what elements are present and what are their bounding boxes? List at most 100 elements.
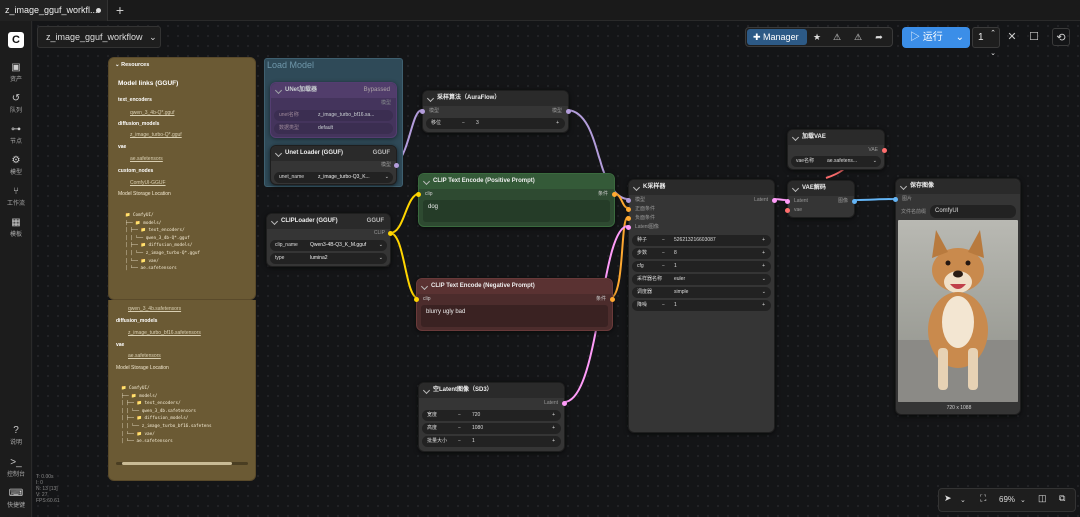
note-scrollbar[interactable] (116, 462, 248, 465)
chevron-down-icon[interactable]: ⌄ (1020, 496, 1026, 504)
chevron-down-icon[interactable]: ⌄ (960, 496, 966, 504)
clip-loader-gguf-node[interactable]: CLIPLoader (GGUF) GGUF CLIP clip_name Qwen… (266, 213, 393, 267)
output-image[interactable] (898, 220, 1018, 402)
workflow-dropdown[interactable]: z_image_gguf_workflow ⌄ (37, 26, 161, 48)
model-output-slot[interactable] (566, 109, 571, 114)
cursor-icon[interactable]: ➤ (944, 493, 952, 504)
plus-icon[interactable]: + (552, 423, 555, 434)
negative-prompt-textarea[interactable]: blurry ugly bad (421, 305, 608, 327)
maximize-icon[interactable]: ☐ (1025, 28, 1043, 46)
plus-icon[interactable]: + (552, 410, 555, 421)
close-icon[interactable]: ✕ (1003, 28, 1021, 46)
link-vae-lower[interactable]: ae.safetensors (128, 353, 161, 359)
clip-name-widget[interactable]: clip_name Qwen3-4B-Q3_K_M.gguf ⌄ (270, 240, 387, 251)
latent-input-slot[interactable] (785, 199, 790, 204)
label-vae-lower: vae (116, 342, 125, 348)
unet-name-widget[interactable]: unet名称 z_image_turbo_bf16.sa... (274, 110, 393, 121)
conditioning-output-slot[interactable] (612, 192, 617, 197)
minus-icon[interactable]: − (662, 248, 665, 259)
cfg-widget[interactable]: cfg −1 + (632, 261, 771, 272)
sampler-widget[interactable]: 采样器名称 euler ⌄ (632, 274, 771, 285)
stepper-arrows-icon[interactable]: ⌃ ⌄ (990, 24, 996, 64)
filename-prefix-input[interactable]: ComfyUI (930, 205, 1016, 218)
vae-output-slot[interactable] (882, 148, 887, 153)
vae-loader-node[interactable]: 加载VAE VAE vae名称 ae.safetens... ⌄ (787, 129, 887, 170)
positive-input-slot[interactable] (626, 207, 631, 212)
note-scroll-thumb[interactable] (122, 462, 232, 465)
conditioning-output-slot[interactable] (610, 297, 615, 302)
minus-icon[interactable]: − (662, 261, 665, 272)
batch-widget[interactable]: 批量大小 −1 + (422, 436, 561, 447)
positive-prompt-textarea[interactable]: dog (423, 200, 610, 222)
run-dropdown-icon[interactable]: ⌄ (956, 27, 964, 48)
minus-icon[interactable]: − (458, 423, 461, 434)
negative-input-slot[interactable] (626, 216, 631, 221)
vae-name-widget[interactable]: vae名称 ae.safetens... ⌄ (791, 156, 881, 167)
latent-output-slot[interactable] (562, 401, 567, 406)
minus-icon[interactable]: − (458, 410, 461, 421)
link-diffusion[interactable]: z_image_turbo-Q*.gguf (130, 132, 182, 138)
height-widget[interactable]: 高度 −1080 + (422, 423, 561, 434)
plus-icon[interactable]: + (762, 300, 765, 311)
run-button[interactable]: ▷ 运行 ⌄ (902, 27, 970, 48)
model-input-slot[interactable] (420, 109, 425, 114)
link-diffusion-lower[interactable]: z_image_turbo_bf16.safetensors (128, 330, 201, 336)
shift-widget[interactable]: 移位 −3 + (426, 118, 565, 129)
label-vae: vae (118, 144, 127, 150)
minus-icon[interactable]: − (662, 300, 665, 311)
unet-name-widget[interactable]: unet_name z_image_turbo-Q3_K... ⌄ (274, 172, 393, 183)
link-text-encoder[interactable]: qwen_3_4b-Q*.gguf (130, 110, 174, 116)
star-icon[interactable]: ★ (808, 29, 826, 45)
minus-icon[interactable]: − (462, 118, 465, 129)
plus-icon[interactable]: + (556, 118, 559, 129)
share-icon[interactable]: ➦ (870, 29, 888, 45)
link-text-encoder-lower[interactable]: qwen_3_4b.safetensors (128, 306, 181, 312)
model-input-slot[interactable] (626, 198, 631, 203)
negative-prompt-node[interactable]: CLIP Text Encode (Negative Prompt) clip … (414, 278, 615, 331)
link-vae[interactable]: ae.safetensors (130, 156, 163, 162)
steps-widget[interactable]: 步数 −8 + (632, 248, 771, 259)
ksampler-node[interactable]: K采样器 模型 正面条件 负面条件 Latent图像 Latent 种子 −526… (626, 179, 777, 433)
link-custom-nodes[interactable]: ComfyUI-GGUF (130, 180, 166, 186)
node-header: 保存图像 (896, 179, 1020, 194)
dtype-widget[interactable]: 数据类型 default (274, 123, 393, 134)
image-output-slot[interactable] (852, 199, 857, 204)
vae-input-slot[interactable] (785, 208, 790, 213)
run-count-stepper[interactable]: 1 ⌃ ⌄ (972, 27, 1000, 57)
model-output-slot[interactable] (394, 163, 399, 168)
denoise-widget[interactable]: 降噪 −1 + (632, 300, 771, 311)
minus-icon[interactable]: − (662, 235, 665, 246)
latent-output-slot[interactable] (772, 198, 777, 203)
link-visibility-icon[interactable]: ⧉ (1059, 493, 1065, 504)
clip-output-slot[interactable] (388, 231, 393, 236)
clip-input-slot[interactable] (416, 192, 421, 197)
plus-icon[interactable]: + (762, 261, 765, 272)
scheduler-widget[interactable]: 调度器 simple ⌄ (632, 287, 771, 298)
plus-icon[interactable]: + (552, 436, 555, 447)
zoom-level[interactable]: 69% (999, 495, 1015, 504)
alert-icon[interactable]: ⚠ (849, 29, 867, 45)
clip-input-slot[interactable] (414, 297, 419, 302)
note-title: ⌄ Resources (115, 62, 150, 68)
type-widget[interactable]: type lumina2 ⌄ (270, 253, 387, 264)
unet-loader-bypassed[interactable]: UNet加载器 Bypassed 模型 unet名称 z_image_turbo_b… (270, 82, 397, 138)
label-text-encoders: text_encoders (118, 97, 152, 103)
plus-icon[interactable]: + (762, 248, 765, 259)
plus-icon[interactable]: + (762, 235, 765, 246)
group-title[interactable]: Load Model (267, 60, 314, 70)
positive-prompt-node[interactable]: CLIP Text Encode (Positive Prompt) clip … (416, 173, 617, 227)
minimap-icon[interactable]: ◫ (1038, 493, 1047, 504)
empty-latent-node[interactable]: 空Latent图像（SD3） Latent 宽度 −720 + 高度 −1080 + 批… (418, 382, 567, 452)
latent-input-slot[interactable] (626, 225, 631, 230)
warning-icon[interactable]: ⚠ (828, 29, 846, 45)
vae-decode-node[interactable]: VAE解码 Latent vae 图像 (785, 180, 857, 218)
width-widget[interactable]: 宽度 −720 + (422, 410, 561, 421)
manager-button[interactable]: ✚ Manager (747, 29, 807, 45)
fit-view-icon[interactable]: ⛶ (980, 493, 986, 504)
model-sampling-node[interactable]: 采样算法（AuraFlow） 模型 模型 移位 −3 + (420, 90, 571, 133)
seed-widget[interactable]: 种子 −526213216603087 + (632, 235, 771, 246)
history-button[interactable]: ⟲ (1052, 28, 1070, 46)
minus-icon[interactable]: − (458, 436, 461, 447)
image-input-slot[interactable] (893, 197, 898, 202)
unet-loader-gguf-node[interactable]: Unet Loader (GGUF) GGUF 模型 unet_name z_ima… (270, 145, 399, 185)
